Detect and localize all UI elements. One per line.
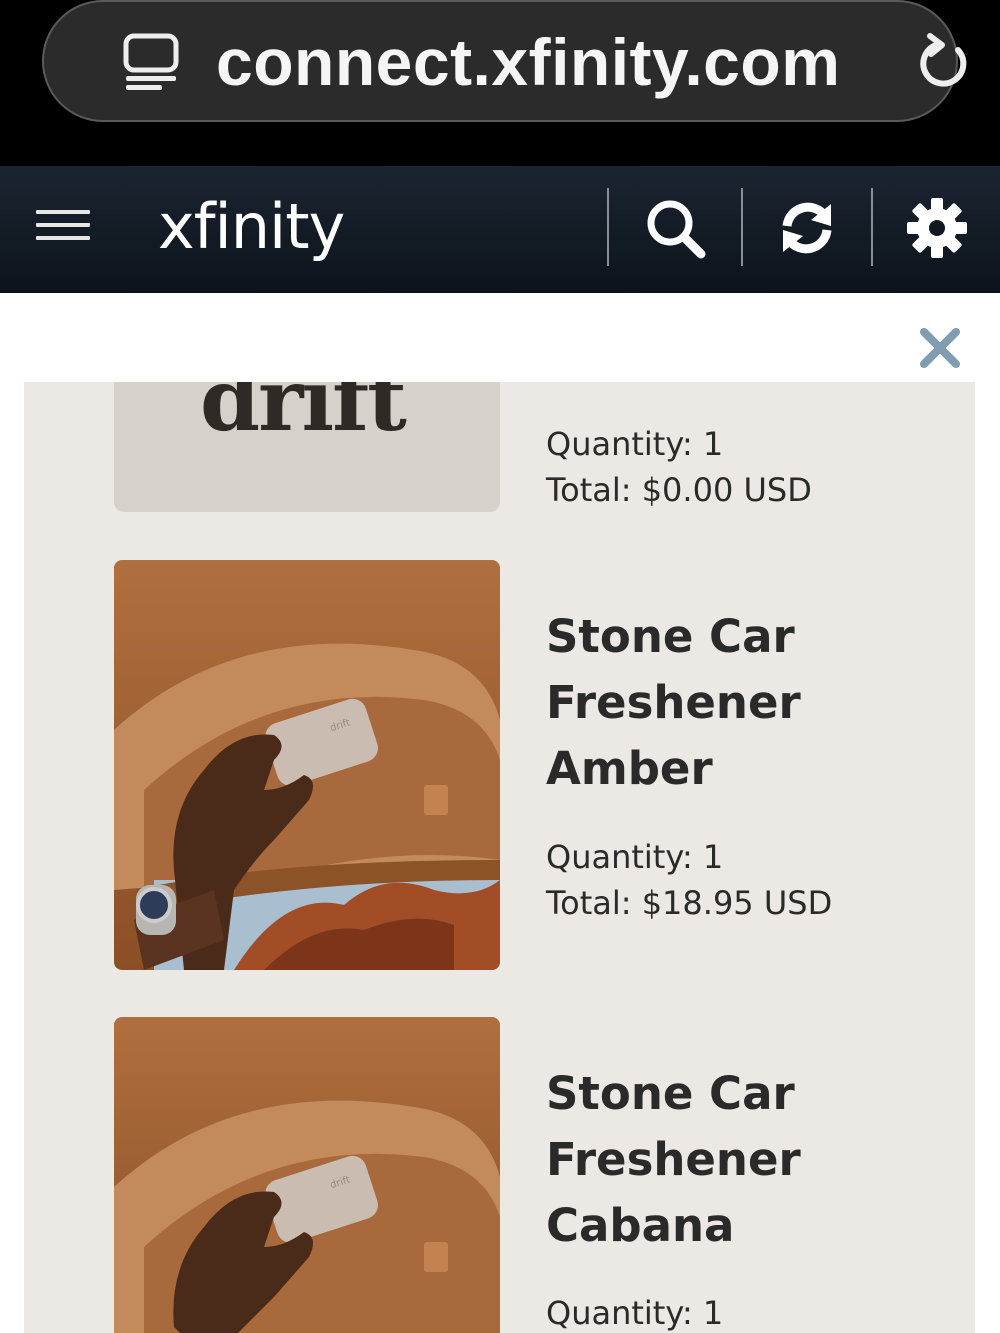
header-divider (871, 188, 873, 266)
xfinity-logo[interactable]: xfinity (158, 190, 345, 263)
reader-mode-icon[interactable] (122, 32, 180, 92)
item-quantity: Quantity: 1 (546, 1294, 724, 1332)
product-image: drift (114, 1017, 500, 1333)
app-header: xfinity (0, 166, 1000, 293)
refresh-icon[interactable] (775, 196, 839, 260)
header-divider (607, 188, 609, 266)
item-title: Stone Car Freshener Amber (546, 604, 966, 802)
gear-icon[interactable] (905, 196, 969, 260)
search-icon[interactable] (643, 196, 707, 260)
item-total: Total: $0.00 USD (546, 471, 812, 509)
reload-icon[interactable] (914, 32, 974, 92)
product-image: drift (114, 560, 500, 970)
address-bar[interactable]: connect.xfinity.com (42, 0, 967, 122)
item-title-line: Stone Car (546, 1067, 795, 1120)
browser-chrome: connect.xfinity.com (0, 0, 1000, 166)
item-title-line: Amber (546, 742, 713, 795)
url-text[interactable]: connect.xfinity.com (216, 24, 840, 100)
item-title-line: Cabana (546, 1199, 735, 1252)
close-icon[interactable] (918, 326, 962, 370)
drift-logo: drift (200, 382, 407, 451)
item-title-line: Freshener (546, 1133, 801, 1186)
hamburger-menu-icon[interactable] (36, 210, 90, 246)
item-quantity: Quantity: 1 (546, 838, 724, 876)
product-image: drift (114, 382, 500, 512)
item-title-line: Stone Car (546, 610, 795, 663)
item-title-line: Freshener (546, 676, 801, 729)
item-total: Total: $18.95 USD (546, 884, 833, 922)
item-title: Stone Car Freshener Cabana (546, 1061, 966, 1259)
header-divider (741, 188, 743, 266)
item-quantity: Quantity: 1 (546, 425, 724, 463)
